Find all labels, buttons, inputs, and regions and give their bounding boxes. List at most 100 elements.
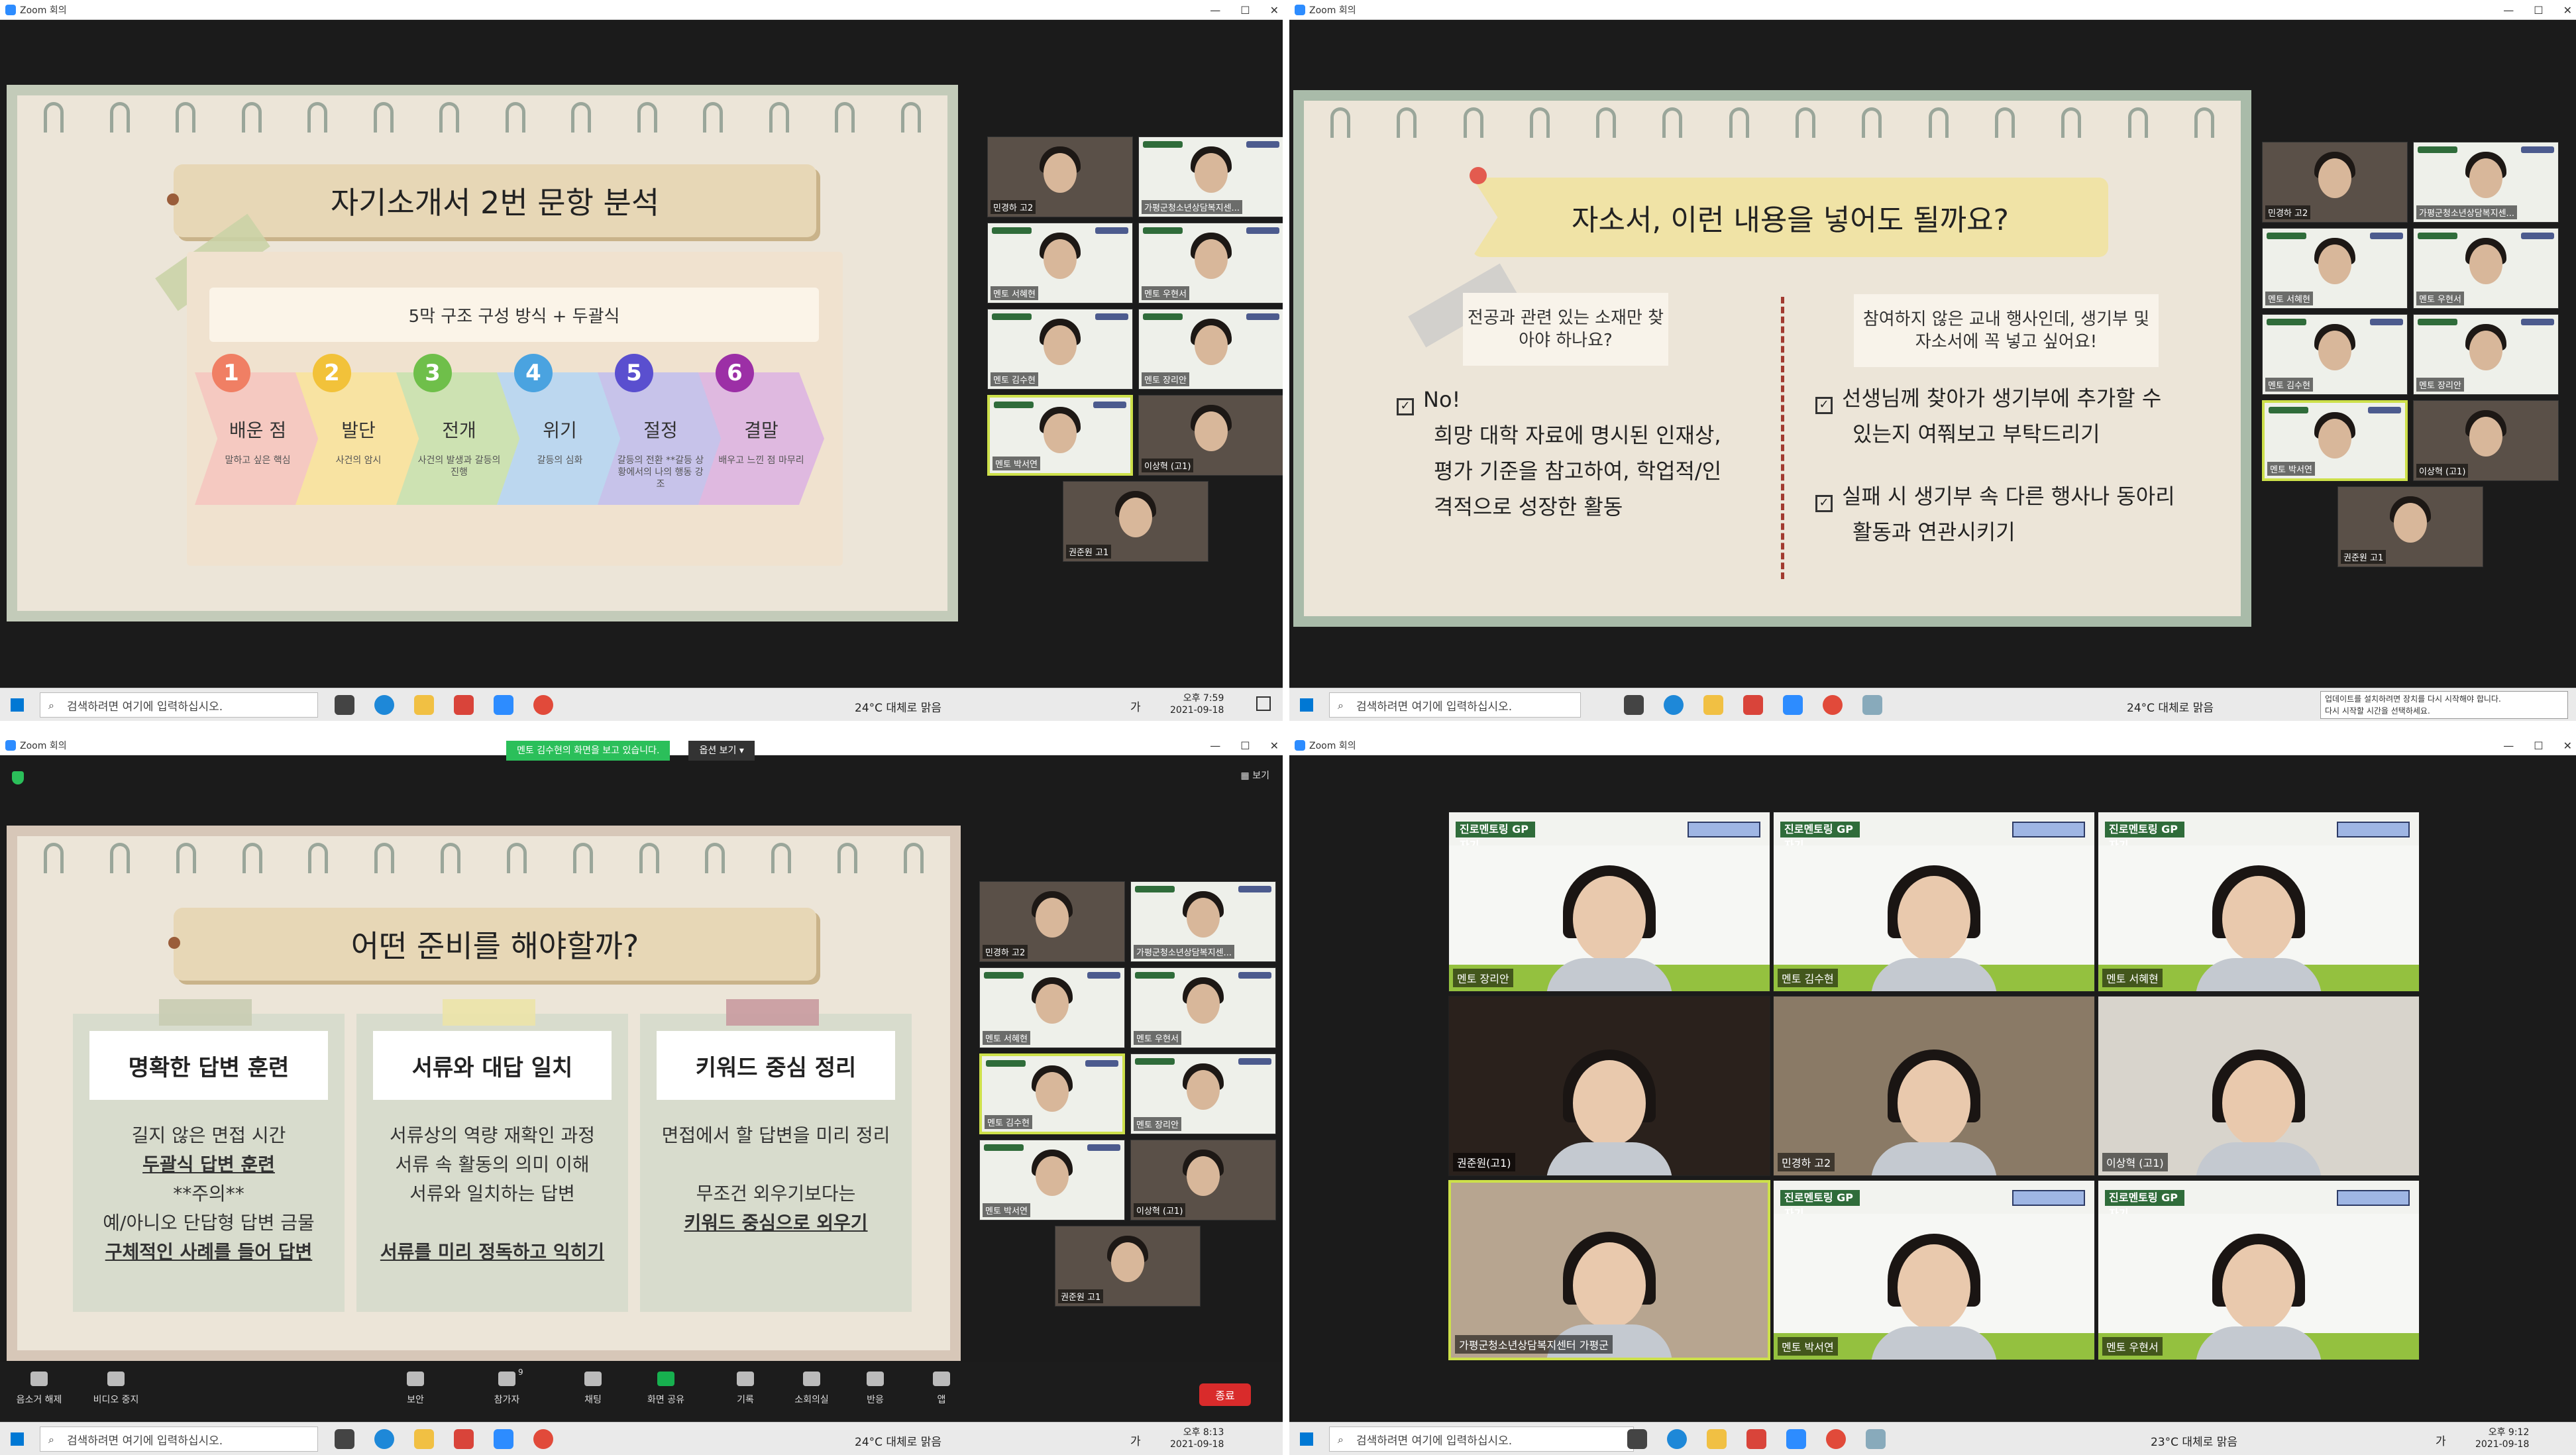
paint-icon[interactable]: [1862, 695, 1882, 715]
breakout-rooms-button[interactable]: 소회의실: [782, 1372, 841, 1406]
clock[interactable]: 오후 9:12 2021-09-18: [2475, 1427, 2529, 1450]
gallery-tile[interactable]: 진로멘토링 GP자기멘토 우현서: [2098, 1180, 2420, 1360]
task-view-icon[interactable]: [1624, 695, 1644, 715]
chrome-icon[interactable]: [533, 1429, 553, 1449]
end-meeting-button[interactable]: 종료: [1199, 1383, 1251, 1406]
weather[interactable]: 24°C 대체로 맑음: [855, 698, 941, 715]
share-screen-button[interactable]: 화면 공유: [636, 1372, 696, 1406]
security-button[interactable]: 보안: [386, 1372, 445, 1406]
update-notice[interactable]: 업데이트를 설치하려면 장치를 다시 시작해야 합니다. 다시 시작할 시간을 선…: [2320, 691, 2568, 719]
reactions-button[interactable]: 반응: [845, 1372, 905, 1406]
participant-tile[interactable]: 민경하 고2: [2262, 142, 2408, 223]
participant-tile[interactable]: 멘토 김수현: [979, 1053, 1125, 1134]
ime-label[interactable]: 가: [2436, 1432, 2446, 1448]
zoom-app-icon[interactable]: [494, 695, 513, 715]
gallery-tile[interactable]: 진로멘토링 GP자기멘토 김수현: [1773, 812, 2095, 992]
participant-tile[interactable]: 가평군청소년상담복지센...: [1130, 881, 1276, 962]
participant-tile[interactable]: 멘토 서혜현: [987, 223, 1133, 303]
participant-tile[interactable]: 멘토 우현서: [1130, 967, 1276, 1048]
paint-icon[interactable]: [1866, 1429, 1886, 1449]
ime-label[interactable]: 가: [1130, 698, 1141, 714]
maximize-icon[interactable]: ☐: [1240, 4, 1250, 17]
chat-button[interactable]: 채팅: [563, 1372, 623, 1406]
participant-tile[interactable]: 멘토 박서연: [2262, 400, 2408, 481]
video-button[interactable]: 비디오 중지: [86, 1372, 146, 1406]
weather[interactable]: 23°C 대체로 맑음: [2151, 1432, 2237, 1449]
minimize-icon[interactable]: —: [1210, 739, 1220, 752]
participant-tile[interactable]: 민경하 고2: [979, 881, 1125, 962]
app-icon[interactable]: [454, 695, 474, 715]
apps-button[interactable]: 앱: [912, 1372, 971, 1406]
taskbar-search[interactable]: ⌕ 검색하려면 여기에 입력하십시오.: [1329, 1427, 1634, 1452]
gallery-tile[interactable]: 진로멘토링 GP자기멘토 장리안: [1448, 812, 1770, 992]
maximize-icon[interactable]: ☐: [2534, 739, 2543, 752]
zoom-app-icon[interactable]: [1786, 1429, 1806, 1449]
participant-tile[interactable]: 민경하 고2: [987, 136, 1133, 217]
participant-tile[interactable]: 멘토 장리안: [1130, 1053, 1276, 1134]
windows-start-icon[interactable]: [1300, 1432, 1313, 1446]
participant-tile[interactable]: 멘토 박서연: [987, 395, 1133, 476]
minimize-icon[interactable]: —: [2503, 4, 2514, 17]
close-icon[interactable]: ✕: [1270, 4, 1279, 17]
chrome-icon[interactable]: [1826, 1429, 1846, 1449]
participant-tile[interactable]: 멘토 장리안: [2413, 314, 2559, 395]
close-icon[interactable]: ✕: [2563, 739, 2572, 752]
task-view-icon[interactable]: [335, 1429, 354, 1449]
ime-label[interactable]: 가: [1130, 1432, 1141, 1448]
record-button[interactable]: 기록: [716, 1372, 775, 1406]
gallery-tile[interactable]: 이상혁 (고1): [2098, 996, 2420, 1176]
app-icon[interactable]: [454, 1429, 474, 1449]
edge-icon[interactable]: [1664, 695, 1684, 715]
weather[interactable]: 24°C 대체로 맑음: [2127, 698, 2214, 715]
view-button[interactable]: ▦ 보기: [1241, 769, 1269, 782]
participant-tile[interactable]: 이상혁 (고1): [2413, 400, 2559, 481]
task-view-icon[interactable]: [1627, 1429, 1647, 1449]
zoom-app-icon[interactable]: [494, 1429, 513, 1449]
chrome-icon[interactable]: [1823, 695, 1843, 715]
zoom-app-icon[interactable]: [1783, 695, 1803, 715]
participant-tile[interactable]: 멘토 박서연: [979, 1140, 1125, 1220]
participant-tile[interactable]: 멘토 김수현: [987, 309, 1133, 390]
chrome-icon[interactable]: [533, 695, 553, 715]
participant-tile[interactable]: 멘토 김수현: [2262, 314, 2408, 395]
folder-icon[interactable]: [1703, 695, 1723, 715]
participant-tile[interactable]: 권준원 고1: [1055, 1226, 1201, 1307]
participant-tile[interactable]: 멘토 서혜현: [2262, 228, 2408, 309]
minimize-icon[interactable]: —: [2503, 739, 2514, 752]
participant-tile[interactable]: 이상혁 (고1): [1130, 1140, 1276, 1220]
folder-icon[interactable]: [414, 695, 434, 715]
taskbar-search[interactable]: ⌕ 검색하려면 여기에 입력하십시오.: [40, 1427, 318, 1452]
gallery-tile[interactable]: 진로멘토링 GP자기멘토 서혜현: [2098, 812, 2420, 992]
task-view-icon[interactable]: [335, 695, 354, 715]
participant-tile[interactable]: 멘토 우현서: [1138, 223, 1283, 303]
maximize-icon[interactable]: ☐: [1240, 739, 1250, 752]
gallery-tile[interactable]: 가평군청소년상담복지센터 가평군: [1448, 1180, 1770, 1360]
close-icon[interactable]: ✕: [1270, 739, 1279, 752]
folder-icon[interactable]: [414, 1429, 434, 1449]
minimize-icon[interactable]: —: [1210, 4, 1220, 17]
unmute-button[interactable]: 음소거 해제: [9, 1372, 69, 1406]
folder-icon[interactable]: [1707, 1429, 1727, 1449]
participants-button[interactable]: 참가자: [477, 1372, 537, 1406]
app-icon[interactable]: [1743, 695, 1763, 715]
windows-start-icon[interactable]: [11, 698, 24, 712]
participant-tile[interactable]: 가평군청소년상담복지센...: [1138, 136, 1283, 217]
taskbar-search[interactable]: ⌕ 검색하려면 여기에 입력하십시오.: [40, 692, 318, 718]
weather[interactable]: 24°C 대체로 맑음: [855, 1432, 941, 1449]
app-icon[interactable]: [1746, 1429, 1766, 1449]
shield-icon[interactable]: [12, 771, 24, 784]
view-options-button[interactable]: 옵션 보기 ▾: [688, 741, 755, 761]
participant-tile[interactable]: 멘토 서혜현: [979, 967, 1125, 1048]
participant-tile[interactable]: 멘토 장리안: [1138, 309, 1283, 390]
notification-icon[interactable]: [1256, 696, 1271, 711]
windows-start-icon[interactable]: [11, 1432, 24, 1446]
participant-tile[interactable]: 이상혁 (고1): [1138, 395, 1283, 476]
participant-tile[interactable]: 가평군청소년상담복지센...: [2413, 142, 2559, 223]
gallery-tile[interactable]: 권준원(고1): [1448, 996, 1770, 1176]
gallery-tile[interactable]: 진로멘토링 GP자기멘토 박서연: [1773, 1180, 2095, 1360]
taskbar-search[interactable]: ⌕ 검색하려면 여기에 입력하십시오.: [1329, 692, 1581, 718]
clock[interactable]: 오후 7:59 2021-09-18: [1170, 692, 1224, 716]
clock[interactable]: 오후 8:13 2021-09-18: [1170, 1427, 1224, 1450]
participant-tile[interactable]: 멘토 우현서: [2413, 228, 2559, 309]
participant-tile[interactable]: 권준원 고1: [2337, 486, 2483, 567]
